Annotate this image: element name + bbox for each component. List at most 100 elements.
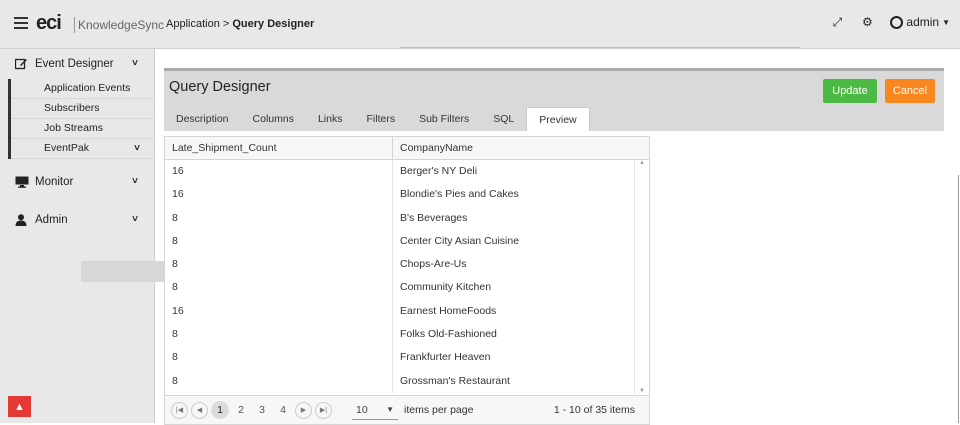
sidebar: Event Designer ˅ Application Events Subs… <box>0 49 155 423</box>
back-to-top-button[interactable]: ▲ <box>8 396 31 417</box>
cell-company: Community Kitchen <box>400 281 492 294</box>
user-icon <box>15 214 28 226</box>
page-size-select[interactable]: 10 ▼ <box>352 400 398 420</box>
cell-company: Earnest HomeFoods <box>400 304 497 317</box>
sidebar-item-subscribers[interactable]: Subscribers <box>11 99 154 119</box>
event-designer-submenu: Application Events Subscribers Job Strea… <box>8 79 154 159</box>
table-row[interactable]: 8 Community Kitchen <box>165 276 649 300</box>
table-row[interactable]: 8 Chops-Are-Us <box>165 253 649 277</box>
breadcrumb-current: Query Designer <box>232 18 315 30</box>
gear-icon[interactable]: ⚙ <box>860 15 874 29</box>
cancel-button[interactable]: Cancel <box>885 79 935 103</box>
table-row[interactable]: 16 Berger's NY Deli <box>165 160 649 184</box>
table-row[interactable]: 8 Grossman's Restaurant <box>165 369 649 393</box>
tab-columns[interactable]: Columns <box>241 107 306 131</box>
chevron-down-icon: ˅ <box>132 214 138 225</box>
cell-company: Blondie's Pies and Cakes <box>400 188 519 201</box>
cell-company: Berger's NY Deli <box>400 165 478 177</box>
query-designer-panel: Query Designer Update Cancel Description… <box>164 68 944 131</box>
cell-company: Center City Asian Cuisine <box>400 234 520 247</box>
sidebar-item-job-streams[interactable]: Job Streams <box>11 119 154 139</box>
page-number[interactable]: 4 <box>274 401 292 419</box>
column-header-company-name[interactable]: CompanyName <box>393 137 627 159</box>
top-actions: ⤢ ⚙ admin ▼ <box>830 15 950 29</box>
sidebar-section-label: Event Designer <box>35 58 114 70</box>
cell-company: B's Beverages <box>400 211 468 224</box>
prev-page-icon[interactable]: ◀ <box>191 401 208 419</box>
grid-scrollbar[interactable]: ▲ ▼ <box>634 160 649 394</box>
breadcrumb: Application > Query Designer <box>166 18 314 30</box>
user-name: admin <box>906 15 940 29</box>
tab-description[interactable]: Description <box>164 107 241 131</box>
tab-bar: Description Columns Links Filters Sub Fi… <box>164 107 590 131</box>
top-search-line <box>400 47 800 48</box>
last-page-icon[interactable]: ▶| <box>315 401 332 419</box>
pager-info: 1 - 10 of 35 items <box>553 404 635 416</box>
sidebar-section-admin[interactable]: Admin ˅ <box>0 205 154 235</box>
page-scrollbar-edge <box>958 175 959 423</box>
page-title: Query Designer <box>169 79 271 95</box>
logo-product: KnowledgeSync <box>78 18 165 32</box>
page-size-label: items per page <box>404 404 474 416</box>
monitor-icon <box>15 176 29 188</box>
scroll-down-icon[interactable]: ▼ <box>635 388 649 394</box>
table-row[interactable]: 8 Folks Old-Fashioned <box>165 323 649 347</box>
sidebar-section-monitor[interactable]: Monitor ˅ <box>0 167 154 197</box>
user-circle-icon <box>890 15 904 29</box>
cell-count: 8 <box>165 276 393 300</box>
pager: |◀ ◀ 1 2 3 4 ▶ ▶| 10 ▼ items per page 1 … <box>165 395 649 424</box>
breadcrumb-prefix[interactable]: Application > <box>166 18 229 30</box>
page-size-value: 10 <box>356 403 368 416</box>
hamburger-menu-icon[interactable] <box>14 17 28 29</box>
grid-body: 16 Berger's NY Deli 16 Blondie's Pies and … <box>165 160 649 393</box>
first-page-icon[interactable]: |◀ <box>171 401 188 419</box>
cell-count: 16 <box>165 183 393 207</box>
tab-sql[interactable]: SQL <box>481 107 526 131</box>
expand-icon[interactable]: ⤢ <box>830 15 844 29</box>
sidebar-item-eventpak[interactable]: EventPak ˅ <box>11 139 154 159</box>
scroll-up-icon[interactable]: ▲ <box>635 160 649 166</box>
cell-company: Frankfurter Heaven <box>400 351 491 364</box>
cell-company: Folks Old-Fashioned <box>400 328 497 341</box>
cell-count: 8 <box>165 253 393 277</box>
cell-count: 16 <box>165 160 393 184</box>
tab-filters[interactable]: Filters <box>354 107 407 131</box>
chevron-down-icon: ˅ <box>134 143 140 154</box>
chevron-up-icon: ▲ <box>14 401 25 413</box>
grid-header: Late_Shipment_Count CompanyName <box>165 137 649 160</box>
logo-eci: eci <box>36 12 62 34</box>
chevron-down-icon: ˅ <box>132 176 138 187</box>
column-header-late-shipment-count[interactable]: Late_Shipment_Count <box>165 137 393 159</box>
sidebar-item-label: EventPak <box>44 142 89 154</box>
page-number[interactable]: 3 <box>253 401 271 419</box>
page-number[interactable]: 1 <box>211 401 229 419</box>
top-bar: eci KnowledgeSync Application > Query De… <box>0 0 960 49</box>
sidebar-section-label: Monitor <box>35 176 74 188</box>
cell-count: 8 <box>165 206 393 230</box>
tab-sub-filters[interactable]: Sub Filters <box>407 107 481 131</box>
chevron-down-icon: ˅ <box>132 58 138 69</box>
table-row[interactable]: 16 Earnest HomeFoods <box>165 299 649 324</box>
cell-count: 16 <box>165 299 393 324</box>
table-row[interactable]: 8 Frankfurter Heaven <box>165 346 649 370</box>
caret-down-icon: ▼ <box>942 17 950 27</box>
tab-links[interactable]: Links <box>306 107 355 131</box>
preview-grid: Late_Shipment_Count CompanyName 16 Berger… <box>164 136 650 425</box>
sidebar-section-label: Admin <box>35 214 68 226</box>
cell-count: 8 <box>165 346 393 370</box>
table-row[interactable]: 8 Center City Asian Cuisine <box>165 229 649 254</box>
tab-preview[interactable]: Preview <box>526 107 590 131</box>
logo-divider <box>74 17 75 33</box>
cell-count: 8 <box>165 369 393 393</box>
cell-company: Grossman's Restaurant <box>400 374 510 387</box>
next-page-icon[interactable]: ▶ <box>295 401 312 419</box>
cell-company: Chops-Are-Us <box>400 258 467 271</box>
user-menu[interactable]: admin ▼ <box>890 15 950 29</box>
sidebar-section-event-designer[interactable]: Event Designer ˅ <box>0 49 154 79</box>
update-button[interactable]: Update <box>823 79 877 103</box>
page-number[interactable]: 2 <box>232 401 250 419</box>
table-row[interactable]: 16 Blondie's Pies and Cakes <box>165 183 649 207</box>
sidebar-item-application-events[interactable]: Application Events <box>11 79 154 99</box>
cell-count: 8 <box>165 323 393 347</box>
table-row[interactable]: 8 B's Beverages <box>165 206 649 230</box>
